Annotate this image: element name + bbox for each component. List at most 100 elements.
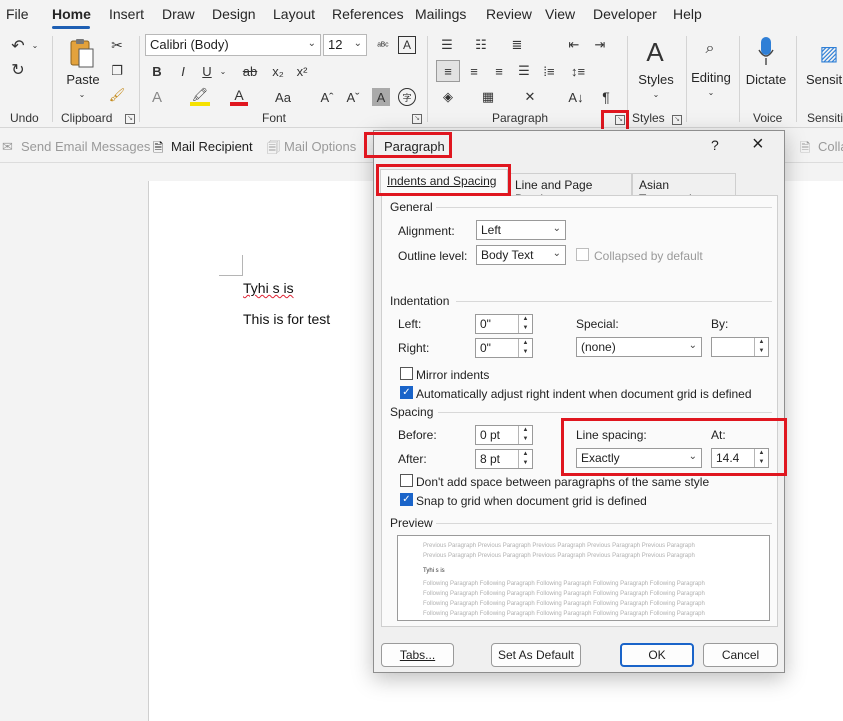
tab-design[interactable]: Design (212, 6, 256, 22)
bold-icon[interactable]: B (150, 62, 164, 80)
microphone-icon[interactable] (755, 34, 777, 68)
text-effect-icon[interactable]: A (148, 88, 166, 106)
clipboard-launcher-icon[interactable]: ↘ (125, 114, 135, 124)
ok-button[interactable]: OK (620, 643, 694, 667)
show-formatting-icon[interactable]: ¶ (598, 88, 614, 106)
sort-icon[interactable]: A↓ (566, 88, 586, 106)
left-indent-input[interactable]: 0" ▲ ▼ (475, 314, 533, 334)
font-size-combo[interactable]: 12 ⌄ (323, 34, 367, 56)
grow-font-icon[interactable]: Aˆ (318, 88, 336, 106)
sensitivity-button[interactable]: Sensitiv (806, 72, 843, 87)
tab-line-page-breaks[interactable]: Line and Page Breaks (508, 173, 632, 206)
tab-draw[interactable]: Draw (162, 6, 195, 22)
dont-add-space-checkbox[interactable] (400, 474, 413, 487)
change-case-icon[interactable]: Aa (272, 88, 294, 106)
editing-button[interactable]: Editing (690, 70, 732, 85)
spinner-icon[interactable]: ▲ ▼ (518, 315, 532, 333)
styles-icon[interactable]: A (640, 36, 670, 68)
chevron-down-icon[interactable]: ⌄ (218, 63, 228, 79)
tab-developer[interactable]: Developer (593, 6, 657, 22)
document-line-2[interactable]: This is for test (243, 311, 330, 327)
at-input[interactable]: 14.4 ▲ ▼ (711, 448, 769, 468)
tab-file[interactable]: File (6, 6, 29, 22)
borders-icon[interactable]: ▦ (478, 88, 498, 106)
sensitivity-icon[interactable]: ▨ (818, 38, 840, 68)
auto-adjust-checkbox[interactable]: ✓ (400, 386, 413, 399)
justify-icon[interactable]: ☰ (515, 62, 533, 80)
tab-review[interactable]: Review (486, 6, 532, 22)
tab-help[interactable]: Help (673, 6, 702, 22)
line-spacing-select[interactable]: Exactly ⌄ (576, 448, 702, 468)
spinner-icon[interactable]: ▲ ▼ (518, 450, 532, 468)
close-icon[interactable]: × (752, 133, 764, 156)
chevron-down-icon[interactable]: ⌄ (705, 86, 717, 98)
change-case-icon[interactable]: ᵃᴮᶜ (371, 36, 395, 56)
collaborate-button[interactable]: Colla (818, 139, 843, 154)
help-button[interactable]: ? (711, 137, 719, 153)
shrink-font-icon[interactable]: Aˇ (344, 88, 362, 106)
right-indent-input[interactable]: 0" ▲ ▼ (475, 338, 533, 358)
decrease-indent-icon[interactable]: ⇤ (565, 36, 583, 54)
before-input[interactable]: 0 pt ▲ ▼ (475, 425, 533, 445)
document-line-1[interactable]: Tyhi s is (243, 280, 294, 296)
mail-options-button[interactable]: Mail Options (284, 139, 356, 154)
tab-mailings[interactable]: Mailings (415, 6, 466, 22)
snap-to-grid-checkbox[interactable]: ✓ (400, 493, 413, 506)
font-launcher-icon[interactable]: ↘ (412, 114, 422, 124)
cut-icon[interactable]: ✂ (108, 36, 126, 54)
outline-level-select[interactable]: Body Text ⌄ (476, 245, 566, 265)
italic-icon[interactable]: I (176, 62, 190, 80)
cancel-button[interactable]: Cancel (703, 643, 778, 667)
styles-button[interactable]: Styles (636, 72, 676, 87)
spinner-icon[interactable]: ▲ ▼ (518, 426, 532, 444)
spinner-icon[interactable]: ▲ ▼ (754, 338, 768, 356)
tab-asian-typography[interactable]: Asian Typography (632, 173, 736, 206)
align-center-icon[interactable]: ≡ (465, 62, 483, 80)
increase-indent-icon[interactable]: ⇥ (591, 36, 609, 54)
redo-icon[interactable]: ↻ (8, 60, 28, 80)
tab-indents-spacing[interactable]: Indents and Spacing (380, 169, 508, 196)
highlight-icon[interactable]: 🖍 (190, 87, 210, 106)
alignment-select[interactable]: Left ⌄ (476, 220, 566, 240)
send-email-button[interactable]: Send Email Messages (21, 139, 150, 154)
mirror-indents-checkbox[interactable] (400, 367, 413, 380)
numbering-icon[interactable]: ☷ (472, 36, 490, 54)
collapsed-checkbox[interactable] (576, 248, 589, 261)
character-shading-icon[interactable]: A (372, 88, 390, 106)
tabs-button[interactable]: Tabs... (381, 643, 454, 667)
format-painter-icon[interactable]: 🖌 (108, 86, 126, 104)
font-name-combo[interactable]: Calibri (Body) ⌄ (145, 34, 321, 56)
chevron-down-icon[interactable]: ⌄ (76, 88, 88, 100)
tab-insert[interactable]: Insert (109, 6, 144, 22)
set-as-default-button[interactable]: Set As Default (491, 643, 581, 667)
styles-launcher-icon[interactable]: ↘ (672, 115, 682, 125)
shading-icon[interactable]: ◈ (438, 88, 458, 106)
align-right-icon[interactable]: ≡ (490, 62, 508, 80)
align-left-icon[interactable]: ≡ (436, 60, 460, 82)
after-input[interactable]: 8 pt ▲ ▼ (475, 449, 533, 469)
by-input[interactable]: ▲ ▼ (711, 337, 769, 357)
search-icon[interactable]: ⌕ (700, 38, 720, 60)
chevron-down-icon[interactable]: ⌄ (650, 88, 662, 100)
copy-icon[interactable]: ❐ (108, 62, 126, 80)
font-color-icon[interactable]: A (230, 87, 248, 106)
subscript-icon[interactable]: x₂ (270, 62, 286, 80)
paste-icon[interactable] (66, 36, 98, 70)
multilevel-list-icon[interactable]: ≣ (508, 36, 526, 54)
underline-icon[interactable]: U (200, 62, 214, 80)
spinner-icon[interactable]: ▲ ▼ (518, 339, 532, 357)
dictate-button[interactable]: Dictate (744, 72, 788, 87)
chevron-down-icon[interactable]: ⌄ (30, 38, 40, 52)
tab-home[interactable]: Home (52, 6, 91, 22)
bullets-icon[interactable]: ☰ (438, 36, 456, 54)
distributed-icon[interactable]: ⁞≡ (540, 62, 558, 80)
tab-view[interactable]: View (545, 6, 575, 22)
enclose-character-icon[interactable]: 字 (398, 88, 416, 106)
undo-icon[interactable]: ↶ (8, 36, 28, 56)
paste-label[interactable]: Paste (66, 72, 100, 87)
spinner-icon[interactable]: ▲ ▼ (754, 449, 768, 467)
special-select[interactable]: (none) ⌄ (576, 337, 702, 357)
strikethrough-icon[interactable]: ab (240, 62, 260, 80)
line-spacing-icon[interactable]: ↕≡ (565, 62, 591, 80)
paragraph-launcher-icon[interactable]: ↘ (615, 115, 625, 125)
